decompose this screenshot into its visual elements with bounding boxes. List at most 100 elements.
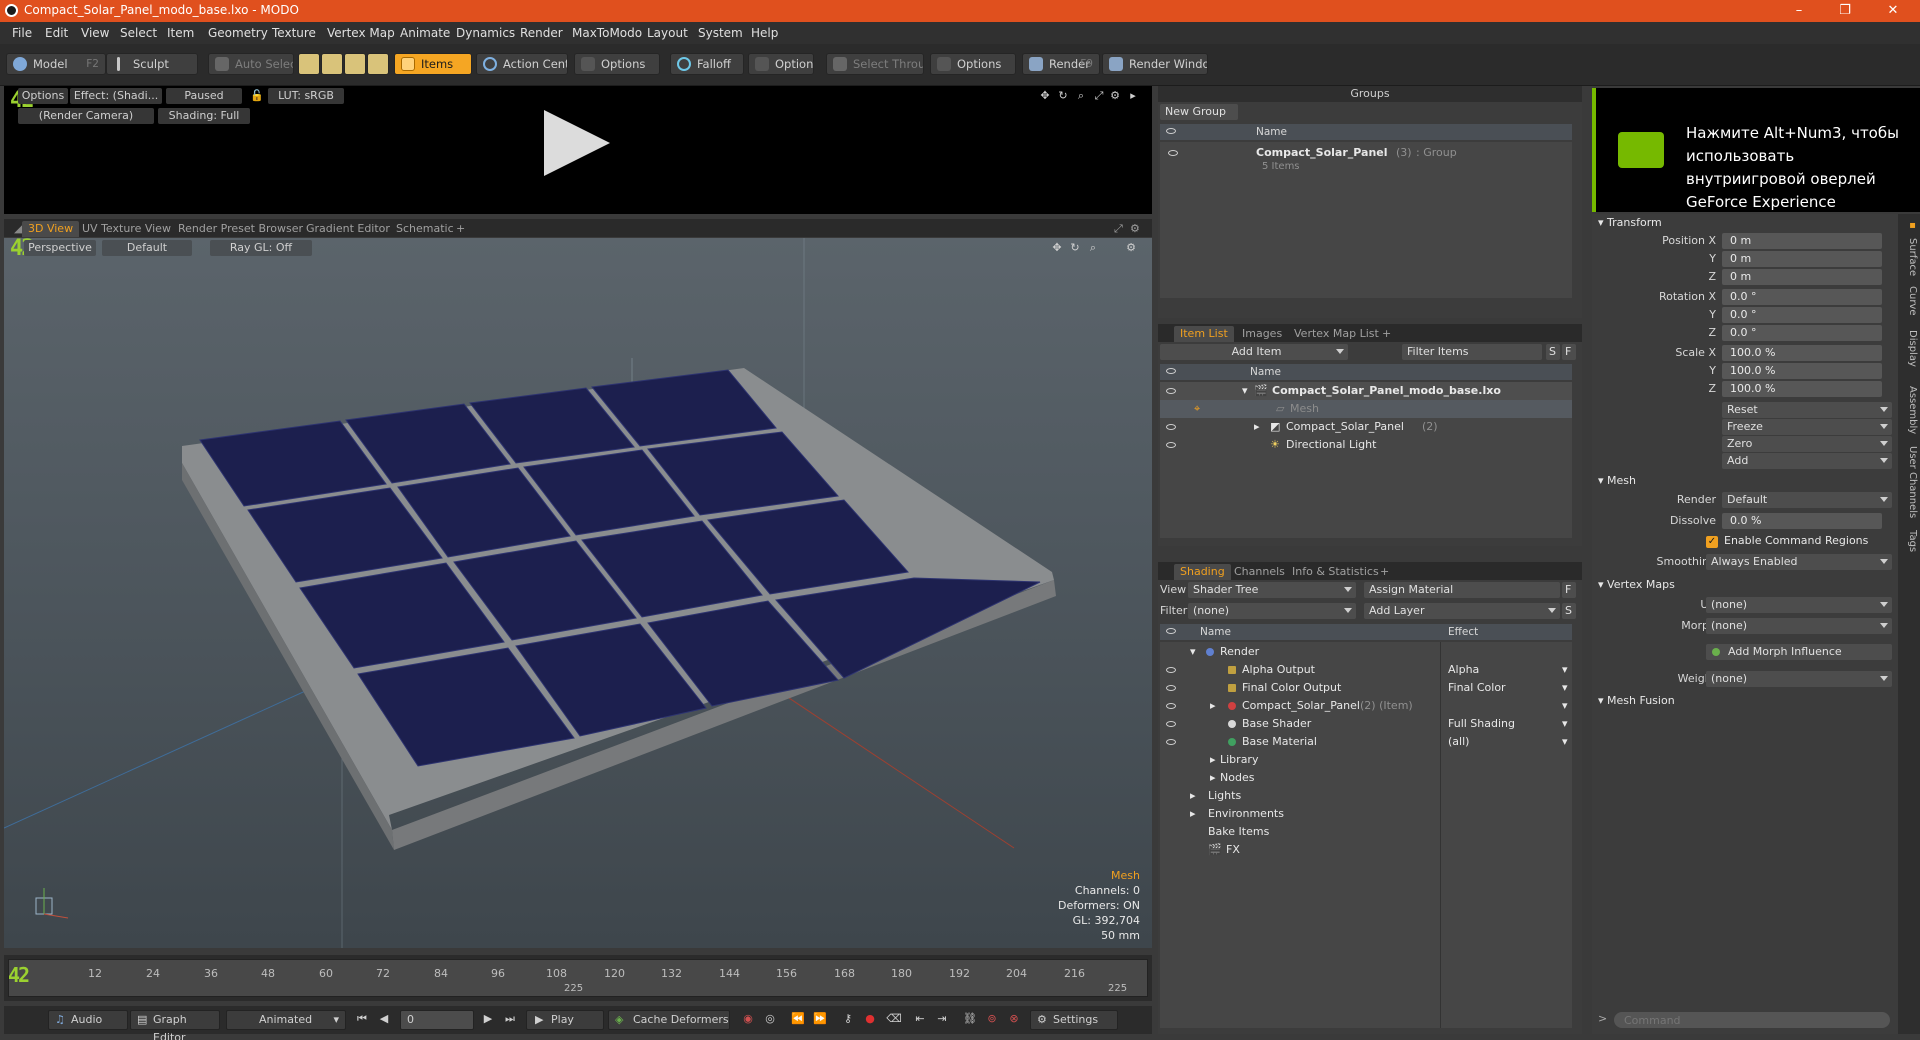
stop-record-icon[interactable]: ⊗ xyxy=(1004,1010,1024,1030)
tab-images[interactable]: Images xyxy=(1236,326,1288,342)
shader-row-lights[interactable]: ▸ Lights xyxy=(1160,787,1572,805)
gear-icon[interactable]: ⚙ xyxy=(1108,88,1122,104)
select-options-button[interactable]: Options xyxy=(930,53,1016,75)
preview-options-button[interactable]: Options xyxy=(18,88,68,104)
menu-dynamics[interactable]: Dynamics xyxy=(456,26,515,40)
reset-dropdown[interactable]: Reset xyxy=(1722,402,1892,418)
shader-row-library[interactable]: ▸ Library xyxy=(1160,751,1572,769)
zoom-icon[interactable]: ⌕ xyxy=(1086,240,1100,256)
visibility-icon[interactable] xyxy=(1166,667,1176,673)
frame-input[interactable]: 0 xyxy=(400,1010,474,1030)
rotation-y-field[interactable]: 0.0 ° xyxy=(1722,307,1882,323)
morph-dropdown[interactable]: (none) xyxy=(1706,618,1892,634)
tab-render-preset-browser[interactable]: Render Preset Browser xyxy=(172,221,309,237)
tab-vertex-map-list[interactable]: Vertex Map List xyxy=(1288,326,1385,342)
item-row-scene[interactable]: ▾ 🎬 Compact_Solar_Panel_modo_base.lxo xyxy=(1160,382,1572,400)
falloff-button[interactable]: Falloff xyxy=(670,53,744,75)
filter-f-button[interactable]: F xyxy=(1562,344,1576,360)
move-icon[interactable]: ✥ xyxy=(1038,88,1052,104)
items-mode-button[interactable]: Items xyxy=(394,53,472,75)
prev-keyframe-icon[interactable]: ⇤ xyxy=(910,1010,930,1030)
menu-geometry[interactable]: Geometry xyxy=(208,26,268,40)
shader-row-base-shader[interactable]: Base Shader Full Shading ▾ xyxy=(1160,715,1572,733)
shader-row-final-color-output[interactable]: Final Color Output Final Color ▾ xyxy=(1160,679,1572,697)
step-forward-icon[interactable]: ▶ xyxy=(478,1010,498,1030)
render-button[interactable]: Render F9 xyxy=(1022,53,1100,75)
menu-layout[interactable]: Layout xyxy=(647,26,688,40)
render-dropdown[interactable]: Default xyxy=(1722,492,1892,508)
tab-info-statistics[interactable]: Info & Statistics xyxy=(1286,564,1385,580)
rotation-x-field[interactable]: 0.0 ° xyxy=(1722,289,1882,305)
lock-icon[interactable]: 🔓 xyxy=(250,88,264,104)
filter-dropdown[interactable]: (none) xyxy=(1188,603,1356,619)
action-center-options-button[interactable]: Options xyxy=(574,53,660,75)
chevron-down-icon[interactable]: ▾ xyxy=(1562,733,1568,751)
chevron-down-icon[interactable]: ▾ xyxy=(1562,697,1568,715)
menu-animate[interactable]: Animate xyxy=(400,26,450,40)
shader-row-render[interactable]: ▾ Render xyxy=(1160,643,1572,661)
visibility-icon[interactable] xyxy=(1166,424,1176,430)
maximize-view-icon[interactable]: ⤢ xyxy=(1092,88,1106,104)
tab-3d-view[interactable]: 3D View xyxy=(22,221,80,237)
position-x-field[interactable]: 0 m xyxy=(1722,233,1882,249)
panel-menu-arrow-icon[interactable]: ▸ xyxy=(1126,88,1140,104)
tab-channels[interactable]: Channels xyxy=(1228,564,1291,580)
next-key-icon[interactable]: ⏩ xyxy=(810,1010,830,1030)
filter-s-button[interactable]: S xyxy=(1546,344,1560,360)
close-button[interactable]: ✕ xyxy=(1870,0,1916,22)
add-dropdown[interactable]: Add xyxy=(1722,453,1892,469)
scale-y-field[interactable]: 100.0 % xyxy=(1722,363,1882,379)
shader-row-bake-items[interactable]: Bake Items xyxy=(1160,823,1572,841)
rotation-z-field[interactable]: 0.0 ° xyxy=(1722,325,1882,341)
shader-row-fx[interactable]: 🎬 FX xyxy=(1160,841,1572,859)
expand-arrow-icon[interactable]: ▾ xyxy=(1242,382,1248,400)
tab-uv-texture-view[interactable]: UV Texture View xyxy=(76,221,177,237)
key-icon[interactable]: ⚷ xyxy=(838,1010,858,1030)
record-icon[interactable]: ● xyxy=(860,1010,880,1030)
item-row-light[interactable]: ☀ Directional Light xyxy=(1160,436,1572,454)
menu-view[interactable]: View xyxy=(81,26,109,40)
transform-section-header[interactable]: ▾ Transform xyxy=(1598,214,1662,232)
expand-arrow-icon[interactable]: ▸ xyxy=(1254,418,1260,436)
menu-maxtomodo[interactable]: MaxToModo xyxy=(572,26,642,40)
enable-command-regions-checkbox[interactable]: ✓ Enable Command Regions xyxy=(1706,532,1868,550)
chevron-down-icon[interactable]: ▾ xyxy=(1562,661,1568,679)
model-mode-button[interactable]: Model F2 xyxy=(6,53,106,75)
zoom-icon[interactable]: ⌕ xyxy=(1074,88,1088,104)
record-options-icon[interactable]: ⊚ xyxy=(982,1010,1002,1030)
zero-dropdown[interactable]: Zero xyxy=(1722,436,1892,452)
view-dropdown[interactable]: Shader Tree xyxy=(1188,582,1356,598)
maximize-button[interactable]: ❐ xyxy=(1822,0,1868,22)
next-keyframe-icon[interactable]: ⇥ xyxy=(932,1010,952,1030)
group-row[interactable]: Compact_Solar_Panel (3) : Group xyxy=(1164,144,1572,162)
visibility-icon[interactable] xyxy=(1166,685,1176,691)
perspective-dropdown[interactable]: Perspective xyxy=(24,240,96,256)
weight-dropdown[interactable]: (none) xyxy=(1706,671,1892,687)
auto-key-icon[interactable]: ◉ xyxy=(738,1010,758,1030)
shader-row-material-group[interactable]: ▸ Compact_Solar_Panel (2) (Item) ▾ xyxy=(1160,697,1572,715)
side-tab-item[interactable]: ▪ xyxy=(1900,220,1918,231)
visibility-icon[interactable] xyxy=(1166,739,1176,745)
dissolve-field[interactable]: 0.0 % xyxy=(1722,513,1882,529)
preview-effect-dropdown[interactable]: Effect: (Shadi... xyxy=(70,88,162,104)
groups-list[interactable] xyxy=(1160,142,1572,298)
link-icon[interactable]: ⛓ xyxy=(960,1010,980,1030)
render-window-button[interactable]: Render Window xyxy=(1102,53,1208,75)
go-to-start-icon[interactable]: ⏮ xyxy=(352,1010,372,1030)
scale-x-field[interactable]: 100.0 % xyxy=(1722,345,1882,361)
sculpt-mode-button[interactable]: Sculpt xyxy=(106,53,198,75)
shading-f-button[interactable]: F xyxy=(1562,582,1576,598)
menu-item[interactable]: Item xyxy=(167,26,194,40)
smoothing-dropdown[interactable]: Always Enabled xyxy=(1706,554,1892,570)
add-tab-button[interactable]: + xyxy=(450,221,471,237)
falloff-options-button[interactable]: Options xyxy=(748,53,814,75)
item-row-group[interactable]: ▸ ◩ Compact_Solar_Panel (2) xyxy=(1160,418,1572,436)
geforce-notification[interactable]: Нажмите Alt+Num3, чтобы использовать вну… xyxy=(1592,88,1920,212)
expand-arrow-icon[interactable]: ▸ xyxy=(1210,697,1216,715)
expand-arrow-icon[interactable]: ▸ xyxy=(1190,787,1196,805)
minimize-button[interactable]: – xyxy=(1776,0,1822,22)
menu-render[interactable]: Render xyxy=(520,26,563,40)
position-z-field[interactable]: 0 m xyxy=(1722,269,1882,285)
render-camera-dropdown[interactable]: (Render Camera) xyxy=(18,108,154,124)
mesh-section-header[interactable]: ▾ Mesh xyxy=(1598,472,1636,490)
